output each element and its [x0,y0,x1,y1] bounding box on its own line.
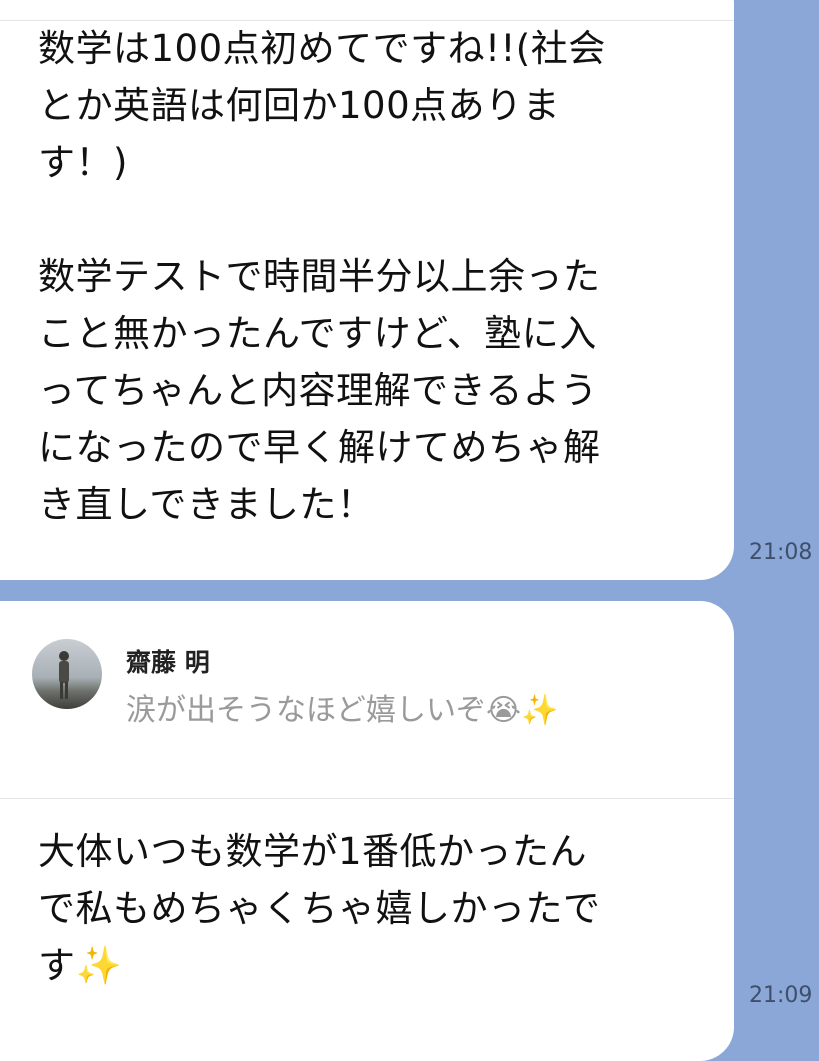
message-time: 21:08 [749,540,813,565]
message-text: 大体いつも数学が1番低かったん で私もめちゃくちゃ嬉しかったで す✨ [38,830,601,987]
message-bubble[interactable]: 数学は100点初めてですね!!(社会 とか英語は何回か100点ありま す！) 数… [0,0,734,580]
divider [0,798,734,799]
reply-message-bubble[interactable]: 齋藤 明 涙が出そうなほど嬉しいぞ😭✨ 大体いつも数学が1番低かったん で私もめ… [0,601,734,1061]
message-text: 数学は100点初めてですね!!(社会 とか英語は何回か100点ありま す！) 数… [38,27,606,526]
person-silhouette-icon [59,651,69,699]
reply-author-name: 齋藤 明 [126,648,210,677]
avatar[interactable] [32,639,102,709]
reply-quote-text[interactable]: 涙が出そうなほど嬉しいぞ😭✨ [126,685,558,729]
message-time: 21:09 [749,983,813,1008]
